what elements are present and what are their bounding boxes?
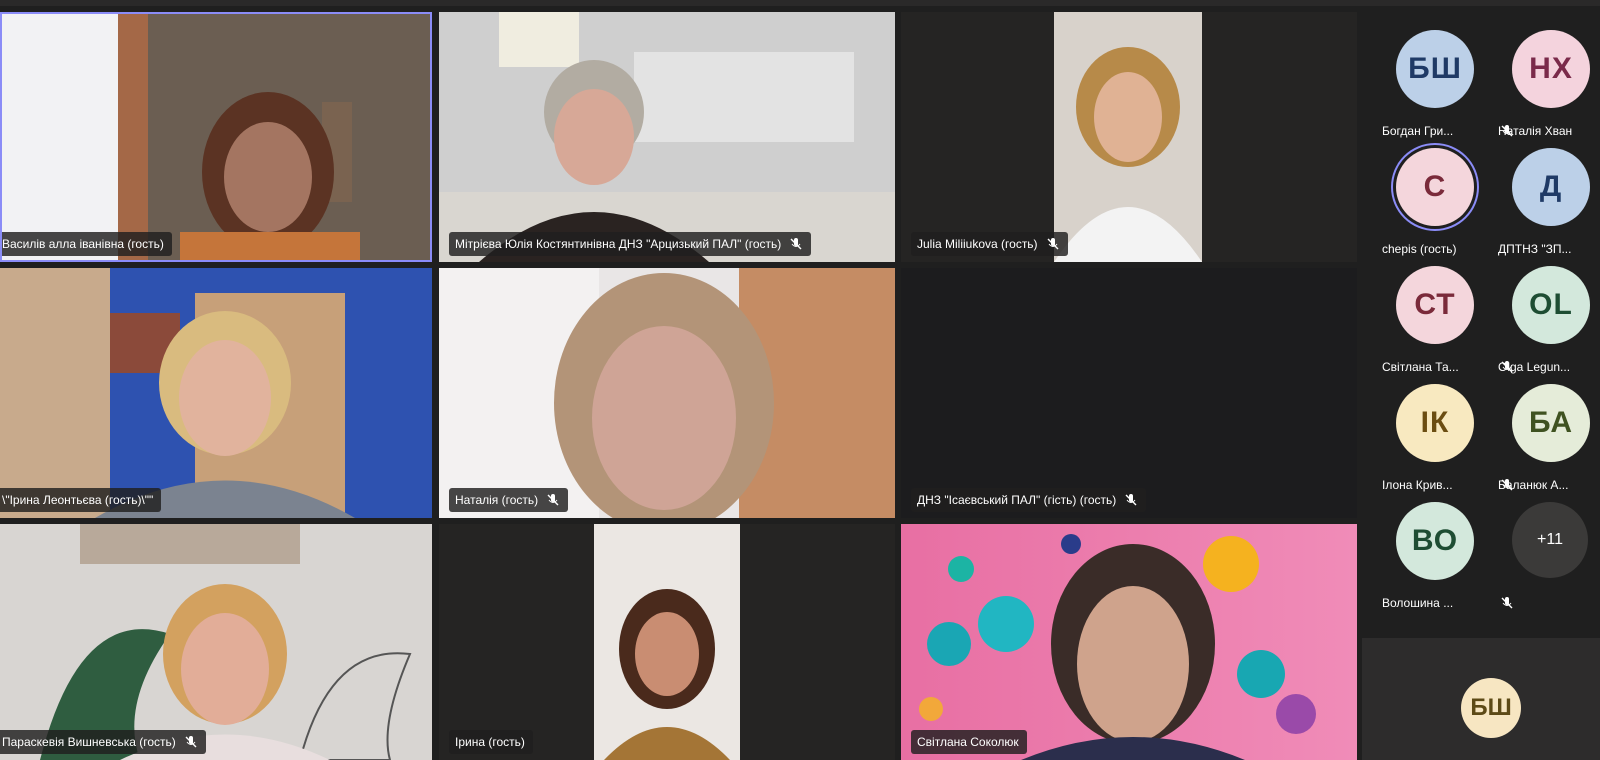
avatar: OL — [1512, 266, 1590, 344]
avatar: БА — [1512, 384, 1590, 462]
mic-off-icon — [790, 238, 802, 250]
participant-name: Світлана Соколюк — [917, 735, 1019, 749]
participant-name: Julia Miliiukova (гость) — [917, 237, 1038, 251]
more-participants-count: +11 — [1512, 502, 1588, 578]
participant-name: ДПТНЗ "ЗП... — [1498, 242, 1572, 256]
avatar: ВО — [1396, 502, 1474, 580]
more-participants-button[interactable]: +11 — [1512, 502, 1600, 620]
mic-off-icon — [547, 494, 559, 506]
avatar: Д — [1512, 148, 1590, 226]
avatar: СТ — [1396, 266, 1474, 344]
video-off-placeholder — [901, 268, 1357, 518]
video-feed — [0, 268, 432, 518]
video-feed — [439, 524, 895, 760]
self-avatar: БШ — [1461, 678, 1521, 738]
mic-off-icon — [185, 736, 197, 748]
participant-name: Волошина ... — [1382, 596, 1454, 610]
participant-name-chip: Наталія (гость) — [449, 488, 569, 512]
participant-name: Ілона Крив... — [1382, 478, 1453, 492]
participant-name-chip: Ірина (гость) — [449, 730, 533, 754]
roster-participant[interactable]: СТ Світлана Та... — [1382, 266, 1514, 384]
mic-off-icon — [1125, 494, 1137, 506]
participant-name: Світлана Та... — [1382, 360, 1459, 374]
participant-name: \"Ірина Леонтьєва (гость)\"" — [2, 493, 154, 507]
participant-name: Баланюк А... — [1498, 478, 1569, 492]
participant-name: Ірина (гость) — [455, 735, 525, 749]
participant-name: ДНЗ "Ісаєвський ПАЛ" (гість) (гость) — [917, 493, 1117, 507]
avatar: ІК — [1396, 384, 1474, 462]
video-tile-3[interactable]: Julia Miliiukova (гость) — [901, 12, 1357, 262]
participant-name: chepis (гость) — [1382, 242, 1457, 256]
mic-off-icon — [1047, 238, 1059, 250]
roster-participant[interactable]: БШ Богдан Гри... — [1382, 30, 1514, 148]
video-tile-5[interactable]: Наталія (гость) — [439, 268, 895, 518]
participant-name: Богдан Гри... — [1382, 124, 1454, 138]
video-tile-1[interactable]: Василів алла іванівна (гость) — [0, 12, 432, 262]
video-tile-6[interactable]: ДНЗ "Ісаєвський ПАЛ" (гість) (гость) — [901, 268, 1357, 518]
participant-name: Наталія (гость) — [455, 493, 539, 507]
video-tile-7[interactable]: Параскевія Вишневська (гость) — [0, 524, 432, 760]
video-feed — [901, 12, 1357, 262]
video-tile-9[interactable]: Світлана Соколюк — [901, 524, 1357, 760]
avatar: НХ — [1512, 30, 1590, 108]
video-tile-2[interactable]: Мітрієва Юлія Костянтинівна ДНЗ "Арцизьк… — [439, 12, 895, 262]
video-tile-8[interactable]: Ірина (гость) — [439, 524, 895, 760]
participant-name: Мітрієва Юлія Костянтинівна ДНЗ "Арцизьк… — [455, 237, 782, 251]
roster-participant[interactable]: OL Olga Legun... — [1498, 266, 1600, 384]
video-feed — [439, 12, 895, 262]
self-preview-panel[interactable]: БШ — [1362, 638, 1600, 760]
roster-participant[interactable]: С chepis (гость) — [1382, 148, 1514, 266]
roster-participant[interactable]: БА Баланюк А... — [1498, 384, 1600, 502]
title-bar — [0, 0, 1600, 6]
participant-name-chip: Параскевія Вишневська (гость) — [0, 730, 206, 754]
avatar: С — [1396, 148, 1474, 226]
participant-name-chip: Василів алла іванівна (гость) — [0, 232, 172, 256]
video-feed — [439, 268, 895, 518]
roster-participant[interactable]: ІК Ілона Крив... — [1382, 384, 1514, 502]
roster-participant[interactable]: ВО Волошина ... — [1382, 502, 1514, 620]
avatar: БШ — [1396, 30, 1474, 108]
video-feed — [0, 524, 432, 760]
video-feed — [901, 524, 1357, 760]
participant-name: Параскевія Вишневська (гость) — [2, 735, 176, 749]
video-tile-4[interactable]: \"Ірина Леонтьєва (гость)\"" — [0, 268, 432, 518]
participant-name-chip: Мітрієва Юлія Костянтинівна ДНЗ "Арцизьк… — [449, 232, 812, 256]
participant-roster: БШ Богдан Гри... НХ Наталія Хван С chepi… — [1362, 10, 1600, 635]
participant-name-chip: Світлана Соколюк — [911, 730, 1027, 754]
video-feed — [0, 12, 432, 262]
roster-participant[interactable]: НХ Наталія Хван — [1498, 30, 1600, 148]
participant-name-chip: ДНЗ "Ісаєвський ПАЛ" (гість) (гость) — [911, 488, 1147, 512]
roster-participant[interactable]: Д ДПТНЗ "ЗП... — [1498, 148, 1600, 266]
participant-name: Наталія Хван — [1498, 124, 1573, 138]
participant-name: Василів алла іванівна (гость) — [2, 237, 164, 251]
participant-name-chip: Julia Miliiukova (гость) — [911, 232, 1068, 256]
participant-name: Olga Legun... — [1498, 360, 1571, 374]
participant-name-chip: \"Ірина Леонтьєва (гость)\"" — [0, 488, 162, 512]
